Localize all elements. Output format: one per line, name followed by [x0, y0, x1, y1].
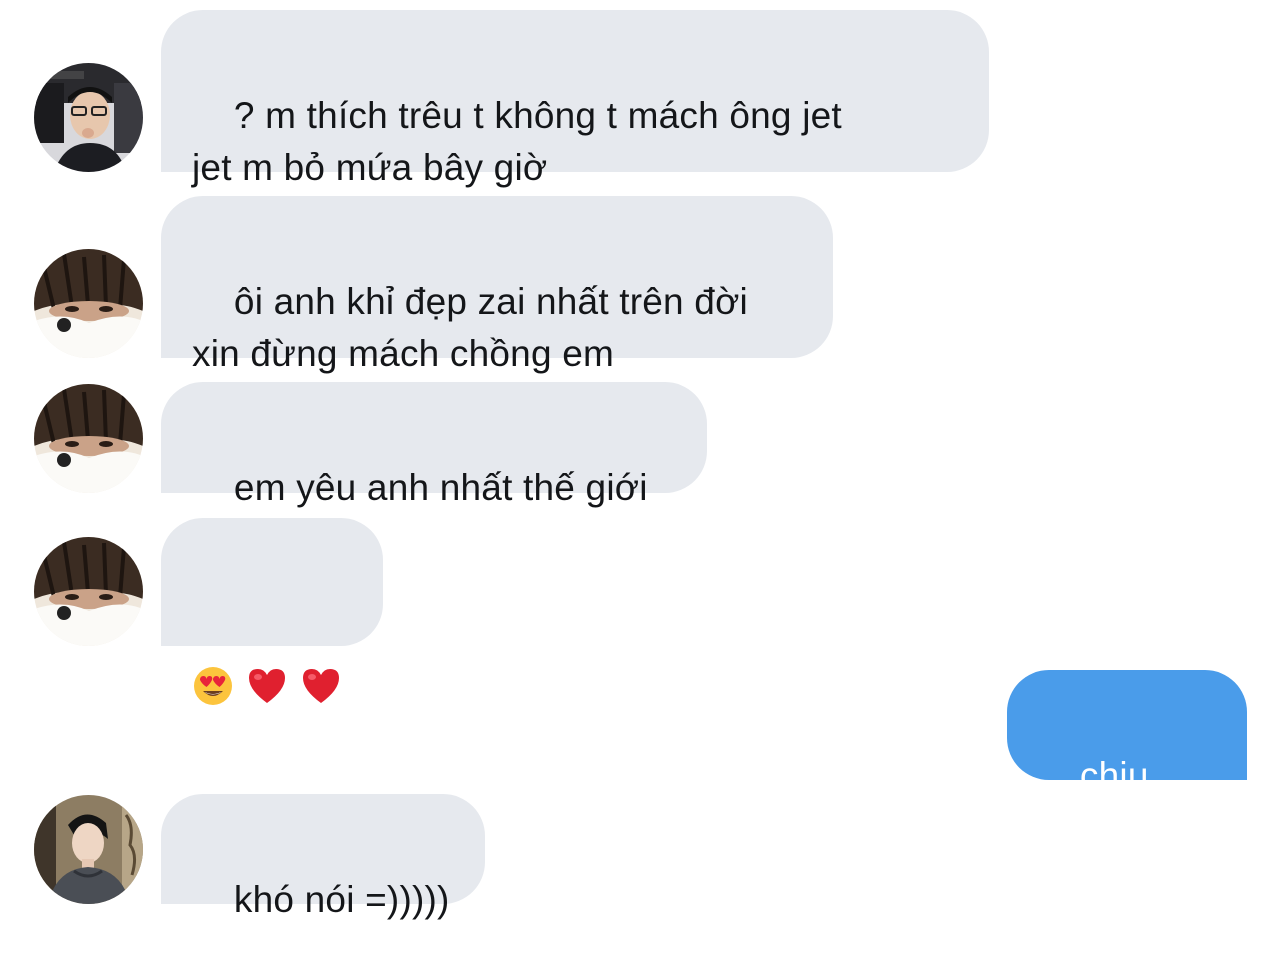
heart-eyes-emoji-icon — [194, 667, 232, 705]
message-bubble[interactable]: ? m thích trêu t không t mách ông jet je… — [161, 10, 989, 188]
avatar-boy-glasses[interactable] — [34, 63, 143, 172]
message-text: ôi anh khỉ đẹp zai nhất trên đời xin đừn… — [192, 281, 748, 374]
avatar-hair-cover[interactable] — [34, 384, 143, 493]
avatar-hair-cover[interactable] — [34, 249, 143, 358]
red-heart-emoji-icon — [249, 669, 285, 703]
message-text: khó nói =))))) — [233, 879, 450, 920]
message-bubble-emoji[interactable] — [161, 518, 383, 705]
message-text: ? m thích trêu t không t mách ông jet je… — [192, 95, 842, 188]
avatar-man-sweater-image — [34, 795, 143, 904]
avatar-hair-cover-image — [34, 384, 143, 493]
avatar-man-sweater[interactable] — [34, 795, 143, 904]
avatar-hair-cover-image — [34, 249, 143, 358]
avatar-hair-cover[interactable] — [34, 537, 143, 646]
message-bubble[interactable]: khó nói =))))) — [161, 794, 485, 920]
chat-thread: ? m thích trêu t không t mách ông jet je… — [0, 0, 1283, 934]
message-bubble[interactable]: ôi anh khỉ đẹp zai nhất trên đời xin đừn… — [161, 196, 833, 374]
message-bubble[interactable]: em yêu anh nhất thế giới — [161, 382, 707, 508]
message-bubble-outgoing[interactable]: chịu luôn — [1007, 670, 1247, 848]
message-text: em yêu anh nhất thế giới — [233, 467, 648, 508]
avatar-hair-cover-image — [34, 537, 143, 646]
message-text: chịu luôn — [1038, 755, 1160, 848]
red-heart-emoji-icon — [303, 669, 339, 703]
avatar-boy-glasses-image — [34, 63, 143, 172]
emoji-row — [192, 660, 351, 712]
